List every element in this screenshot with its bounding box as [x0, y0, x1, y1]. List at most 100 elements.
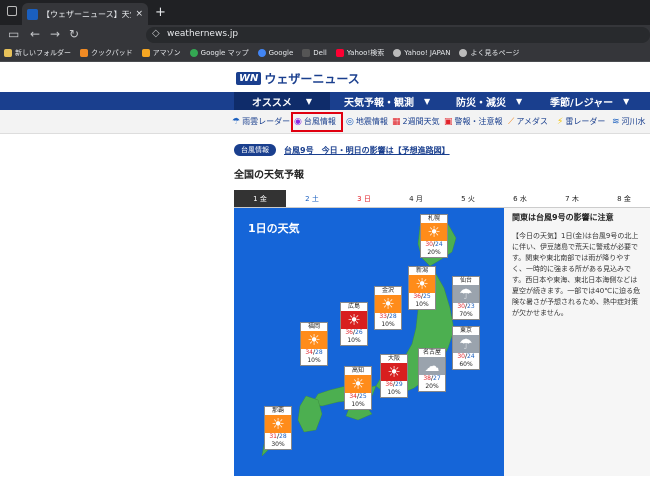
main-nav-item-forecast[interactable]: 天気予報・観測 ▼ — [344, 92, 430, 110]
reload-icon[interactable]: ↻ — [69, 27, 79, 41]
warning-icon: ▣ — [444, 116, 453, 127]
back-icon[interactable]: ← — [30, 27, 40, 41]
forward-icon[interactable]: → — [50, 27, 60, 41]
city-card-naha[interactable]: 那覇 ☀ 31/28 30% — [264, 406, 292, 450]
temp-high: 33 — [379, 313, 387, 320]
alert-link[interactable]: 台風9号 今日・明日の影響は【予想進路図】 — [284, 145, 450, 156]
browser-tabstrip: 【ウェザーニュース】天気・台風・地 × + — [0, 0, 650, 25]
typhoon-highlight-box — [291, 112, 343, 132]
precip-chance: 60% — [459, 361, 473, 368]
window-menu-icon[interactable] — [7, 6, 17, 16]
temp-high: 34 — [305, 349, 313, 356]
day-tab[interactable]: 2 土 — [286, 190, 338, 208]
city-card-osaka[interactable]: 大阪 ☀ 36/29 10% — [380, 354, 408, 398]
temp-low: 24 — [467, 353, 475, 360]
city-card-kanazawa[interactable]: 金沢 ☀ 33/28 10% — [374, 286, 402, 330]
temp-low: 25 — [359, 393, 367, 400]
bookmark-item[interactable]: よく見るページ — [459, 48, 519, 58]
yahoo-icon — [335, 49, 344, 57]
city-card-hiroshima[interactable]: 広島 ☀ 36/26 10% — [340, 302, 368, 346]
day-tab[interactable]: 3 日 — [338, 190, 390, 208]
tab-title: 【ウェザーニュース】天気・台風・地 — [42, 9, 131, 19]
logo-mark: WN — [236, 72, 262, 85]
city-name: 高知 — [345, 367, 371, 375]
temp-high: 34 — [349, 393, 357, 400]
weather-map: 1日の天気 札幌 ☀ 30/24 20% 新潟 ☀ 36/25 10% 仙台 ☂… — [234, 208, 504, 476]
day-tab[interactable]: 4 月 — [390, 190, 442, 208]
forecast-body: 【今日の天気】1日(金)は台風9号の北上に伴い、伊豆諸島で荒天に警戒が必要です。… — [512, 232, 641, 317]
city-card-niigata[interactable]: 新潟 ☀ 36/25 10% — [408, 266, 436, 310]
bookmark-item[interactable]: 新しいフォルダー — [4, 48, 71, 58]
bookmark-item[interactable]: Dell — [302, 49, 327, 57]
temp-high: 30 — [457, 303, 465, 310]
temp-low: 28 — [315, 349, 323, 356]
hot-sun-icon: ☀ — [341, 311, 367, 329]
bookmark-item[interactable]: クックパッド — [80, 48, 133, 58]
chevron-down-icon: ▼ — [623, 96, 630, 106]
day-tab[interactable]: 5 火 — [442, 190, 494, 208]
alert-badge: 台風情報 — [234, 144, 276, 156]
precip-chance: 10% — [415, 301, 429, 308]
bookmark-item[interactable]: Google マップ — [189, 48, 249, 58]
calendar-icon: ▦ — [392, 116, 401, 127]
precip-chance: 10% — [307, 357, 321, 364]
sub-nav-lightning[interactable]: ⚡ 雷レーダー — [557, 116, 605, 127]
shield-icon[interactable]: ◇ — [152, 28, 160, 39]
forecast-title: 関東は台風9号の影響に注意 — [512, 213, 614, 222]
rain-icon: ☂ — [453, 285, 479, 303]
sun-icon: ☀ — [301, 331, 327, 349]
sidebar-icon[interactable]: ▭ — [8, 27, 19, 41]
google-icon — [257, 49, 266, 57]
tab-close-icon[interactable]: × — [135, 9, 143, 19]
temp-low: 23 — [467, 303, 475, 310]
main-nav-item-disaster[interactable]: 防災・減災 ▼ — [456, 92, 522, 110]
temp-high: 36 — [413, 293, 421, 300]
site-logo[interactable]: WN ウェザーニュース — [236, 70, 360, 87]
bookmark-item[interactable]: Yahoo! JAPAN — [393, 49, 450, 57]
sub-nav-warnings[interactable]: ▣ 警報・注意報 — [444, 116, 503, 127]
city-card-fukuoka[interactable]: 福岡 ☀ 34/28 10% — [300, 322, 328, 366]
main-nav-item-recommend[interactable]: オススメ ▼ — [234, 92, 330, 110]
sun-icon: ☀ — [265, 415, 291, 433]
city-name: 広島 — [341, 303, 367, 311]
precip-chance: 20% — [427, 249, 441, 256]
city-card-kochi[interactable]: 高知 ☀ 34/25 10% — [344, 366, 372, 410]
city-card-sapporo[interactable]: 札幌 ☀ 30/24 20% — [420, 214, 448, 258]
day-tab[interactable]: 8 金 — [598, 190, 650, 208]
main-nav-item-season[interactable]: 季節/レジャー ▼ — [550, 92, 629, 110]
temp-high: 38 — [423, 375, 431, 382]
browser-tab[interactable]: 【ウェザーニュース】天気・台風・地 × — [22, 3, 148, 25]
temp-low: 26 — [355, 329, 363, 336]
map-title: 1日の天気 — [248, 222, 300, 235]
day-tab[interactable]: 7 木 — [546, 190, 598, 208]
folder-icon — [4, 49, 12, 57]
earthquake-icon: ◎ — [346, 116, 354, 127]
sub-nav-amedas[interactable]: ⟋ アメダス — [508, 116, 548, 127]
city-name: 福岡 — [301, 323, 327, 331]
city-card-sendai[interactable]: 仙台 ☂ 30/23 70% — [452, 276, 480, 320]
temp-low: 28 — [389, 313, 397, 320]
sun-icon: ☀ — [375, 295, 401, 313]
bookmark-item[interactable]: Yahoo!検索 — [335, 48, 384, 58]
day-tab[interactable]: 6 水 — [494, 190, 546, 208]
sub-nav-river[interactable]: ≋ 河川水 — [612, 116, 646, 127]
browser-toolbar: ▭ ← → ↻ ◇ weathernews.jp — [0, 25, 650, 45]
city-card-tokyo[interactable]: 東京 ☂ 30/24 60% — [452, 326, 480, 370]
city-name: 那覇 — [265, 407, 291, 415]
precip-chance: 10% — [381, 321, 395, 328]
temp-low: 25 — [423, 293, 431, 300]
city-card-nagoya[interactable]: 名古屋 ☁ 38/27 20% — [418, 348, 446, 392]
bookmark-item[interactable]: Google — [257, 49, 293, 57]
precip-chance: 10% — [351, 401, 365, 408]
city-name: 大阪 — [381, 355, 407, 363]
dell-icon — [302, 49, 311, 57]
sub-nav-2week[interactable]: ▦ 2週間天気 — [392, 116, 440, 127]
day-tab[interactable]: 1 金 — [234, 190, 286, 208]
temp-low: 29 — [395, 381, 403, 388]
temp-high: 36 — [385, 381, 393, 388]
sub-nav-rain-radar[interactable]: ☂ 雨雲レーダー — [232, 116, 290, 127]
bookmark-item[interactable]: アマゾン — [141, 48, 181, 58]
url-text[interactable]: weathernews.jp — [167, 29, 238, 39]
sub-nav-earthquake[interactable]: ◎ 地震情報 — [346, 116, 388, 127]
new-tab-button[interactable]: + — [155, 5, 166, 20]
